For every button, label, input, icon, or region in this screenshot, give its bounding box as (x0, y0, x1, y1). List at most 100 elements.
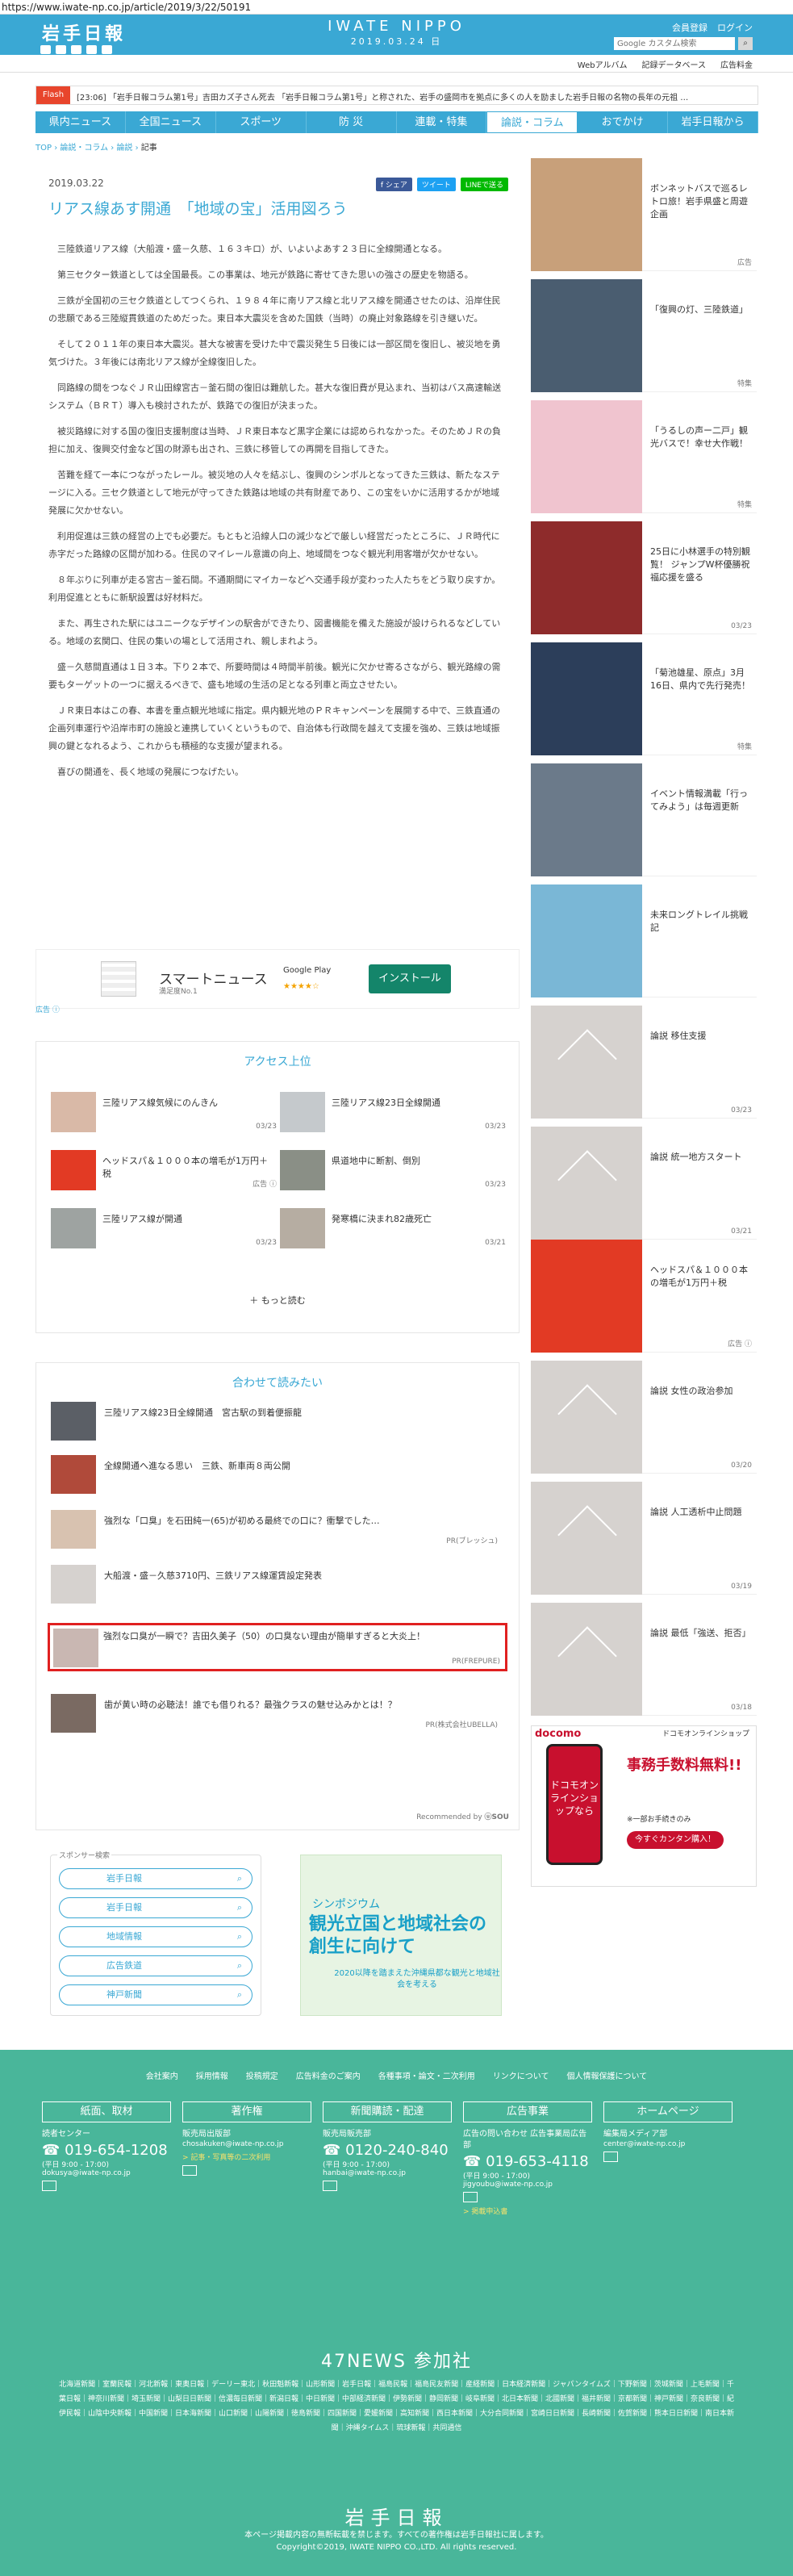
access-item[interactable]: 発寒橋に決まれ82歳死亡 03/21 (280, 1208, 506, 1248)
footer-link[interactable]: 個人情報保護について (567, 2069, 648, 2081)
email[interactable]: dokusya@iwate-np.co.jp (42, 2169, 171, 2177)
sidebar-item[interactable]: 25日に小林選手の特別観覧！ ジャンプW杯優勝祝福応援を盛る 03/23 (531, 521, 757, 634)
footer-link[interactable]: 各種事項・論文・二次利用 (378, 2069, 475, 2081)
sidebar-item-title[interactable]: 25日に小林選手の特別観覧！ ジャンプW杯優勝祝福応援を盛る (650, 546, 753, 584)
install-button[interactable]: インストール (369, 964, 451, 993)
related-item[interactable]: 強烈な「口臭」を石田純一(65)が初める最終での口に？衝撃でした… PR(ブレッ… (51, 1510, 503, 1549)
sidebar-item[interactable]: 論説 人工透析中止問題 03/19 (531, 1482, 757, 1595)
symposium-banner[interactable]: シンポジウム 観光立国と地域社会の創生に向けて 2020以降を踏まえた沖縄県都な… (300, 1855, 502, 2016)
related-item-title[interactable]: 三陸リアス線23日全線開通 宮古駅の到着便振龍 (104, 1407, 499, 1420)
smartnews-ad[interactable]: スマートニュース 満足度No.1 Google Play ★★★★☆ インストー… (35, 949, 520, 1009)
flash-text[interactable]: [23:06] 「岩手日報コラム第1号」吉田カズ子さん死去 「岩手日報コラム第1… (77, 90, 754, 102)
nav-features[interactable]: 連載・特集 (397, 111, 487, 133)
sidebar-item[interactable]: 論説 移住支援 03/23 (531, 1006, 757, 1119)
access-item-title[interactable]: ヘッドスパ＆１０００本の増毛が1万円＋税 (102, 1155, 272, 1181)
crumb-editorial-column[interactable]: 論説・コラム (60, 144, 108, 153)
sidebar-item-title[interactable]: 未来ロングトレイル挑戦記 (650, 909, 753, 935)
sidebar-item-title[interactable]: 「復興の灯、三陸鉄道」 (650, 303, 753, 316)
sidebar-item-title[interactable]: 論説 移住支援 (650, 1030, 753, 1043)
access-item-title[interactable]: 発寒橋に決まれ82歳死亡 (332, 1213, 501, 1226)
sidebar-item-title[interactable]: ボンネットバスで巡るレトロ旅！岩手県盛と周遊企画 (650, 182, 753, 221)
sidebar-item-title[interactable]: ヘッドスパ＆１０００本の増毛が1万円＋税 (650, 1264, 753, 1290)
nav-national-news[interactable]: 全国ニュース (126, 111, 216, 133)
phone-number[interactable]: ☎ 019-653-4118 (463, 2153, 592, 2170)
email[interactable]: hanbai@iwate-np.co.jp (323, 2169, 452, 2177)
recommender-logo[interactable]: ⓤSOU (485, 1813, 509, 1821)
access-item[interactable]: ヘッドスパ＆１０００本の増毛が1万円＋税 広告 ⓘ (51, 1150, 277, 1190)
sidebar-item[interactable]: イベント情報満載「行ってみよう」は毎週更新 (531, 763, 757, 876)
mail-icon[interactable] (323, 2181, 337, 2191)
login-link[interactable]: ログイン (717, 21, 753, 34)
nav-from-iwate[interactable]: 岩手日報から (668, 111, 758, 133)
crumb-editorial[interactable]: 論説 (116, 144, 132, 153)
sidebar-item[interactable]: 「菊池雄星、原点」3月16日、県内で先行発売！ 特集 (531, 642, 757, 755)
database-link[interactable]: 記録データベース (642, 58, 707, 70)
ad-rate-link[interactable]: 広告料金 (720, 58, 753, 70)
flash-news[interactable]: Flash [23:06] 「岩手日報コラム第1号」吉田カズ子さん死去 「岩手日… (35, 86, 758, 105)
sidebar-item-title[interactable]: 「うるしの声ー二戸」観光バスで！幸せ大作戦！ (650, 424, 753, 450)
footer-link[interactable]: 採用情報 (196, 2069, 228, 2081)
secondary-use-link[interactable]: > 記事・写真等の二次利用 (182, 2152, 311, 2162)
more-button[interactable]: ＋ もっと読む (36, 1294, 519, 1307)
sidebar-item[interactable]: 論説 最低「強送、拒否」 03/18 (531, 1603, 757, 1716)
docomo-ad[interactable]: docomo ドコモオンラインショップ ドコモオンラインショップなら 事務手数料… (531, 1725, 757, 1887)
nav-outing[interactable]: おでかけ (578, 111, 669, 133)
mail-icon[interactable] (603, 2152, 618, 2162)
nav-prefecture-news[interactable]: 県内ニュース (35, 111, 126, 133)
facebook-share-button[interactable]: f シェア (375, 178, 412, 191)
sidebar-item-title[interactable]: 論説 最低「強送、拒否」 (650, 1627, 753, 1640)
nav-editorial[interactable]: 論説・コラム (486, 111, 578, 133)
access-item[interactable]: 三陸リアス線が開通 03/23 (51, 1208, 277, 1248)
email[interactable]: center@iwate-np.co.jp (603, 2140, 732, 2148)
line-share-button[interactable]: LINEで送る (460, 178, 508, 191)
footer-link[interactable]: 広告料金のご案内 (296, 2069, 361, 2081)
ad-application-link[interactable]: > 掲載申込書 (463, 2206, 592, 2216)
mail-icon[interactable] (42, 2181, 56, 2191)
sponsor-search-item[interactable]: 広告鉄道 ⌕ (59, 1955, 253, 1976)
related-item[interactable]: 歯が黄い時の必聴法！誰でも借りれる？最強クラスの魅せ込みかとは！？ PR(株式会… (51, 1694, 503, 1733)
sidebar-item-title[interactable]: 「菊池雄星、原点」3月16日、県内で先行発売！ (650, 667, 753, 692)
search-input[interactable] (614, 37, 735, 50)
footer-logo[interactable]: 岩手日報 (0, 2502, 793, 2530)
search-icon[interactable]: ⌕ (738, 37, 753, 50)
register-link[interactable]: 会員登録 (672, 21, 707, 34)
sidebar-item[interactable]: 「復興の灯、三陸鉄道」 特集 (531, 279, 757, 392)
access-item-title[interactable]: 三陸リアス線気候にのんきん (102, 1097, 272, 1110)
mail-icon[interactable] (463, 2192, 478, 2202)
buy-now-button[interactable]: 今すぐカンタン購入！ (627, 1831, 724, 1849)
related-item[interactable]: 大船渡・盛－久慈3710円、三鉄リアス線運賃設定発表 (51, 1565, 503, 1604)
access-item-title[interactable]: 三陸リアス線が開通 (102, 1213, 272, 1226)
sidebar-item[interactable]: 「うるしの声ー二戸」観光バスで！幸せ大作戦！ 特集 (531, 400, 757, 513)
phone-number[interactable]: ☎ 0120-240-840 (323, 2142, 452, 2159)
tweet-button[interactable]: ツイート (416, 178, 456, 191)
footer-link[interactable]: リンクについて (493, 2069, 549, 2081)
sidebar-item-title[interactable]: イベント情報満載「行ってみよう」は毎週更新 (650, 788, 753, 813)
mail-icon[interactable] (182, 2165, 197, 2176)
nav-disaster[interactable]: 防 災 (307, 111, 397, 133)
sidebar-item[interactable]: 未来ロングトレイル挑戦記 (531, 884, 757, 997)
sidebar-item[interactable]: 論説 女性の政治参加 03/20 (531, 1361, 757, 1474)
phone-number[interactable]: ☎ 019-654-1208 (42, 2142, 171, 2159)
related-item-title[interactable]: 強烈な口臭が一瞬で？吉田久美子（50）の口臭ない理由が簡単すぎると大炎上！ (103, 1630, 499, 1643)
access-item[interactable]: 三陸リアス線23日全線開通 03/23 (280, 1092, 506, 1132)
sponsor-search-item[interactable]: 地域情報 ⌕ (59, 1926, 253, 1947)
related-item[interactable]: 三陸リアス線23日全線開通 宮古駅の到着便振龍 (51, 1402, 503, 1441)
related-item[interactable]: 全線開通へ進なる思い 三鉄、新車両８両公開 (51, 1455, 503, 1494)
access-item[interactable]: 県道地中に断割、倒別 03/23 (280, 1150, 506, 1190)
sidebar-item-title[interactable]: 論説 女性の政治参加 (650, 1385, 753, 1398)
sponsor-search-item[interactable]: 岩手日報 ⌕ (59, 1868, 253, 1889)
sponsor-search-item[interactable]: 岩手日報 ⌕ (59, 1897, 253, 1918)
related-item-title[interactable]: 強烈な「口臭」を石田純一(65)が初める最終での口に？衝撃でした… (104, 1515, 499, 1528)
sidebar-item[interactable]: ヘッドスパ＆１０００本の増毛が1万円＋税 広告 ⓘ (531, 1240, 757, 1353)
email[interactable]: jigyoubu@iwate-np.co.jp (463, 2181, 592, 2189)
related-item-title[interactable]: 全線開通へ進なる思い 三鉄、新車両８両公開 (104, 1460, 499, 1473)
sidebar-item[interactable]: 論説 統一地方スタート 03/21 (531, 1127, 757, 1240)
email[interactable]: chosakuken@iwate-np.co.jp (182, 2140, 311, 2148)
nav-sports[interactable]: スポーツ (216, 111, 307, 133)
access-item-title[interactable]: 三陸リアス線23日全線開通 (332, 1097, 501, 1110)
news47-papers[interactable]: 北海道新聞｜室蘭民報｜河北新報｜東奥日報｜デーリー東北｜秋田魁新報｜山形新聞｜岩… (56, 2377, 737, 2436)
ad-choices-label[interactable]: 広告 ⓘ (35, 1004, 60, 1014)
sidebar-item-title[interactable]: 論説 統一地方スタート (650, 1151, 753, 1164)
footer-link[interactable]: 投稿規定 (246, 2069, 278, 2081)
sponsor-search-item[interactable]: 神戸新聞 ⌕ (59, 1984, 253, 2005)
